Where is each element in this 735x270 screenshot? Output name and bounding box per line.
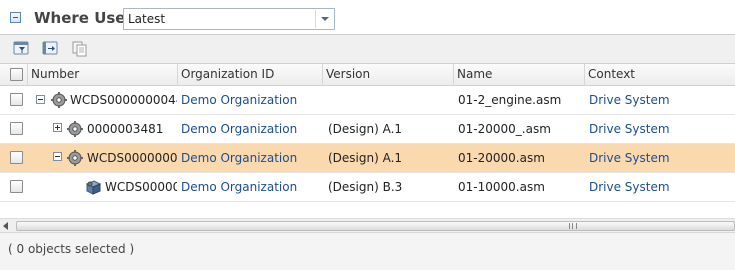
cell-organization[interactable]: Demo Organization bbox=[178, 115, 322, 144]
cell-context[interactable]: Drive System bbox=[586, 86, 735, 115]
horizontal-scrollbar[interactable] bbox=[0, 218, 735, 232]
toolbar bbox=[0, 34, 735, 64]
part-icon bbox=[84, 178, 102, 196]
minus-box-icon[interactable] bbox=[36, 95, 45, 104]
where-used-panel: Where Used Latest Number Organization ID… bbox=[0, 0, 735, 270]
cell-number[interactable]: WCDS0000000044 bbox=[67, 86, 177, 115]
column-header-context[interactable]: Context bbox=[584, 64, 735, 86]
collapse-section-icon[interactable] bbox=[10, 12, 21, 23]
assembly-gear-icon bbox=[66, 120, 84, 138]
selection-count: ( 0 objects selected ) bbox=[8, 242, 135, 256]
assembly-gear-icon bbox=[66, 149, 84, 167]
table-row[interactable]: WCDS00000... Demo Organization (Design) … bbox=[0, 173, 735, 202]
row-checkbox[interactable] bbox=[10, 151, 23, 164]
panel-header: Where Used Latest bbox=[0, 0, 735, 34]
table-header: Number Organization ID Version Name Cont… bbox=[0, 64, 735, 86]
row-checkbox[interactable] bbox=[10, 180, 23, 193]
table-row-selected[interactable]: WCDS00000000... Demo Organization (Desig… bbox=[0, 144, 735, 173]
cell-context[interactable]: Drive System bbox=[586, 115, 735, 144]
scrollbar-thumb[interactable] bbox=[16, 221, 735, 231]
cell-number[interactable]: WCDS00000000... bbox=[84, 144, 177, 173]
cell-version: (Design) A.1 bbox=[328, 122, 403, 136]
expand-icon[interactable] bbox=[41, 40, 61, 58]
cell-name: 01-2_engine.asm bbox=[458, 93, 562, 107]
minus-box-icon[interactable] bbox=[53, 152, 62, 161]
assembly-gear-icon bbox=[50, 91, 68, 109]
column-header-organization[interactable]: Organization ID bbox=[177, 64, 322, 86]
cell-organization[interactable]: Demo Organization bbox=[178, 173, 322, 202]
column-header-name[interactable]: Name bbox=[453, 64, 584, 86]
page-title: Where Used bbox=[34, 9, 137, 27]
status-bar: ( 0 objects selected ) bbox=[0, 232, 735, 270]
cell-name: 01-20000.asm bbox=[458, 151, 545, 165]
column-header-number[interactable]: Number bbox=[27, 64, 177, 86]
chevron-down-icon[interactable] bbox=[315, 10, 333, 28]
select-all-checkbox[interactable] bbox=[10, 68, 23, 81]
version-filter-value: Latest bbox=[128, 12, 166, 26]
cell-number[interactable]: WCDS00000... bbox=[102, 173, 177, 202]
cell-context[interactable]: Drive System bbox=[586, 173, 735, 202]
cell-organization[interactable]: Demo Organization bbox=[178, 144, 322, 173]
row-checkbox[interactable] bbox=[10, 93, 23, 106]
version-filter-select[interactable]: Latest bbox=[123, 8, 335, 30]
table-row[interactable]: WCDS0000000044 Demo Organization 01-2_en… bbox=[0, 86, 735, 115]
scroll-left-icon[interactable] bbox=[3, 222, 8, 230]
cell-version bbox=[325, 86, 453, 115]
row-checkbox[interactable] bbox=[10, 122, 23, 135]
cell-number[interactable]: 0000003481 bbox=[84, 115, 177, 144]
cell-version: (Design) A.1 bbox=[328, 151, 403, 165]
plus-box-icon[interactable] bbox=[53, 123, 62, 132]
column-header-version[interactable]: Version bbox=[322, 64, 453, 86]
cell-version: (Design) B.3 bbox=[328, 180, 403, 194]
table-row[interactable]: 0000003481 Demo Organization (Design) A.… bbox=[0, 115, 735, 144]
cell-organization[interactable]: Demo Organization bbox=[178, 86, 322, 115]
copy-icon[interactable] bbox=[70, 40, 90, 58]
scrollbar-grip-icon bbox=[569, 223, 577, 229]
filter-icon[interactable] bbox=[12, 40, 32, 58]
cell-name: 01-10000.asm bbox=[458, 180, 545, 194]
cell-context[interactable]: Drive System bbox=[586, 144, 735, 173]
cell-name: 01-20000_.asm bbox=[458, 122, 551, 136]
